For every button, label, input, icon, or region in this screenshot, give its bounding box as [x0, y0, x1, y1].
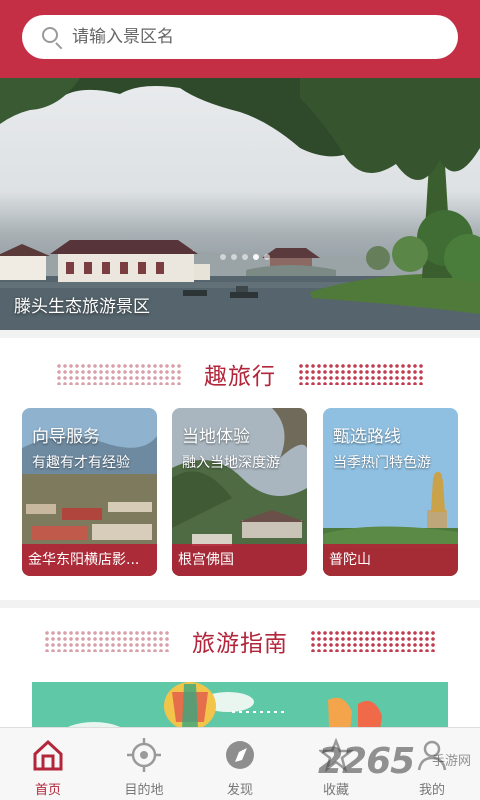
carousel-dot[interactable] [220, 254, 226, 260]
decor-dots-left [44, 630, 170, 652]
section-trip-title: 趣旅行 [204, 364, 276, 390]
search-input[interactable] [72, 27, 432, 47]
card-guide-subtitle: 有趣有才有经验 [32, 455, 130, 471]
carousel-dots [220, 254, 270, 260]
banner-carousel[interactable]: 滕头生态旅游景区 [0, 78, 480, 330]
section-trip: 趣旅行 向导服务 有趣有才有经验 金华东阳横店影... 当地体验 融入当地深度游… [0, 338, 480, 600]
top-header [0, 0, 480, 78]
compass-icon [226, 741, 254, 769]
section-guide-title: 旅游指南 [192, 631, 288, 657]
card-guide-place: 金华东阳横店影... [22, 544, 157, 576]
tab-discover[interactable]: 发现 [192, 728, 288, 800]
home-icon [33, 739, 63, 771]
search-icon[interactable] [40, 25, 64, 50]
tab-destination-label: 目的地 [124, 783, 164, 798]
card-routes-place: 普陀山 [323, 544, 458, 576]
search-bar[interactable] [22, 15, 458, 59]
watermark-logo: 2265 [318, 741, 415, 782]
tab-home-label: 首页 [34, 783, 61, 798]
section-guide-header: 旅游指南 [0, 621, 480, 661]
banner-caption: 滕头生态旅游景区 [14, 297, 150, 317]
card-local-title: 当地体验 [182, 427, 250, 447]
tab-destination[interactable]: 目的地 [96, 728, 192, 800]
card-guide-title: 向导服务 [32, 427, 100, 447]
card-routes-title: 甄选路线 [333, 427, 401, 447]
card-local-place: 根宫佛国 [172, 544, 307, 576]
carousel-dot[interactable] [231, 254, 237, 260]
card-local-subtitle: 融入当地深度游 [182, 455, 280, 471]
card-guide-service[interactable]: 向导服务 有趣有才有经验 金华东阳横店影... [22, 408, 157, 576]
tab-mine-label: 我的 [418, 783, 445, 798]
card-selected-routes[interactable]: 甄选路线 当季热门特色游 普陀山 [323, 408, 458, 576]
decor-dots-right [310, 630, 436, 652]
carousel-dot[interactable] [264, 254, 270, 260]
watermark-suffix: 手游网 [432, 754, 472, 769]
target-icon [127, 738, 161, 772]
decor-dots-left [56, 363, 182, 385]
carousel-dot-active[interactable] [253, 254, 259, 260]
section-trip-header: 趣旅行 [0, 354, 480, 394]
decor-dots-right [298, 363, 424, 385]
tab-home[interactable]: 首页 [0, 728, 96, 800]
card-routes-subtitle: 当季热门特色游 [333, 455, 431, 471]
card-local-experience[interactable]: 当地体验 融入当地深度游 根宫佛国 [172, 408, 307, 576]
tab-discover-label: 发现 [226, 783, 253, 798]
carousel-dot[interactable] [242, 254, 248, 260]
